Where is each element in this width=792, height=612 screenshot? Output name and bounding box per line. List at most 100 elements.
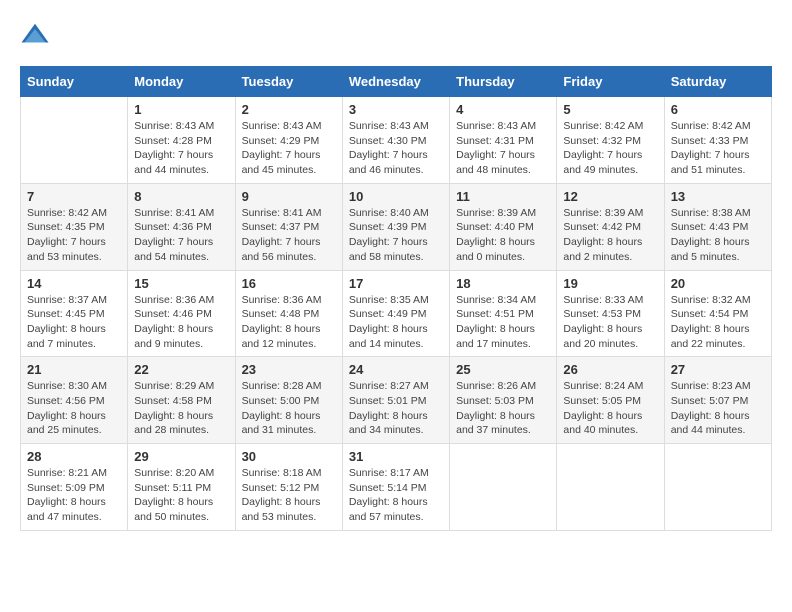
calendar-day-cell: 19 Sunrise: 8:33 AM Sunset: 4:53 PM Dayli…: [557, 270, 664, 357]
calendar-day-cell: 25 Sunrise: 8:26 AM Sunset: 5:03 PM Dayli…: [450, 357, 557, 444]
day-info: Sunrise: 8:21 AM Sunset: 5:09 PM Dayligh…: [27, 466, 121, 525]
day-number: 23: [242, 362, 336, 377]
day-info: Sunrise: 8:20 AM Sunset: 5:11 PM Dayligh…: [134, 466, 228, 525]
logo: [20, 20, 54, 50]
day-info: Sunrise: 8:28 AM Sunset: 5:00 PM Dayligh…: [242, 379, 336, 438]
calendar-day-cell: 9 Sunrise: 8:41 AM Sunset: 4:37 PM Daylig…: [235, 183, 342, 270]
calendar-day-cell: [557, 444, 664, 531]
calendar-day-cell: 28 Sunrise: 8:21 AM Sunset: 5:09 PM Dayli…: [21, 444, 128, 531]
day-info: Sunrise: 8:30 AM Sunset: 4:56 PM Dayligh…: [27, 379, 121, 438]
calendar-day-cell: 23 Sunrise: 8:28 AM Sunset: 5:00 PM Dayli…: [235, 357, 342, 444]
calendar-day-cell: [21, 97, 128, 184]
logo-icon: [20, 20, 50, 50]
day-info: Sunrise: 8:43 AM Sunset: 4:31 PM Dayligh…: [456, 119, 550, 178]
calendar-day-cell: 5 Sunrise: 8:42 AM Sunset: 4:32 PM Daylig…: [557, 97, 664, 184]
calendar-day-cell: 16 Sunrise: 8:36 AM Sunset: 4:48 PM Dayli…: [235, 270, 342, 357]
day-number: 25: [456, 362, 550, 377]
day-info: Sunrise: 8:39 AM Sunset: 4:42 PM Dayligh…: [563, 206, 657, 265]
calendar-day-cell: 22 Sunrise: 8:29 AM Sunset: 4:58 PM Dayli…: [128, 357, 235, 444]
day-number: 5: [563, 102, 657, 117]
day-number: 11: [456, 189, 550, 204]
day-number: 28: [27, 449, 121, 464]
day-number: 3: [349, 102, 443, 117]
day-number: 20: [671, 276, 765, 291]
calendar-day-cell: 6 Sunrise: 8:42 AM Sunset: 4:33 PM Daylig…: [664, 97, 771, 184]
day-info: Sunrise: 8:42 AM Sunset: 4:33 PM Dayligh…: [671, 119, 765, 178]
calendar-day-cell: 12 Sunrise: 8:39 AM Sunset: 4:42 PM Dayli…: [557, 183, 664, 270]
day-number: 21: [27, 362, 121, 377]
day-number: 8: [134, 189, 228, 204]
day-of-week-header: Tuesday: [235, 67, 342, 97]
day-number: 14: [27, 276, 121, 291]
calendar-day-cell: [450, 444, 557, 531]
calendar-header-row: SundayMondayTuesdayWednesdayThursdayFrid…: [21, 67, 772, 97]
calendar-day-cell: 27 Sunrise: 8:23 AM Sunset: 5:07 PM Dayli…: [664, 357, 771, 444]
day-number: 1: [134, 102, 228, 117]
calendar-day-cell: 3 Sunrise: 8:43 AM Sunset: 4:30 PM Daylig…: [342, 97, 449, 184]
page-header: [20, 20, 772, 50]
calendar-day-cell: 20 Sunrise: 8:32 AM Sunset: 4:54 PM Dayli…: [664, 270, 771, 357]
calendar-day-cell: 14 Sunrise: 8:37 AM Sunset: 4:45 PM Dayli…: [21, 270, 128, 357]
day-number: 12: [563, 189, 657, 204]
day-info: Sunrise: 8:43 AM Sunset: 4:29 PM Dayligh…: [242, 119, 336, 178]
calendar-table: SundayMondayTuesdayWednesdayThursdayFrid…: [20, 66, 772, 531]
day-number: 24: [349, 362, 443, 377]
calendar-week-row: 1 Sunrise: 8:43 AM Sunset: 4:28 PM Daylig…: [21, 97, 772, 184]
day-info: Sunrise: 8:43 AM Sunset: 4:28 PM Dayligh…: [134, 119, 228, 178]
day-info: Sunrise: 8:42 AM Sunset: 4:35 PM Dayligh…: [27, 206, 121, 265]
day-info: Sunrise: 8:41 AM Sunset: 4:36 PM Dayligh…: [134, 206, 228, 265]
day-number: 16: [242, 276, 336, 291]
day-info: Sunrise: 8:39 AM Sunset: 4:40 PM Dayligh…: [456, 206, 550, 265]
day-info: Sunrise: 8:26 AM Sunset: 5:03 PM Dayligh…: [456, 379, 550, 438]
day-number: 10: [349, 189, 443, 204]
day-info: Sunrise: 8:27 AM Sunset: 5:01 PM Dayligh…: [349, 379, 443, 438]
calendar-week-row: 21 Sunrise: 8:30 AM Sunset: 4:56 PM Dayli…: [21, 357, 772, 444]
day-of-week-header: Friday: [557, 67, 664, 97]
day-info: Sunrise: 8:42 AM Sunset: 4:32 PM Dayligh…: [563, 119, 657, 178]
day-of-week-header: Thursday: [450, 67, 557, 97]
calendar-day-cell: 8 Sunrise: 8:41 AM Sunset: 4:36 PM Daylig…: [128, 183, 235, 270]
day-info: Sunrise: 8:36 AM Sunset: 4:48 PM Dayligh…: [242, 293, 336, 352]
day-number: 19: [563, 276, 657, 291]
day-of-week-header: Monday: [128, 67, 235, 97]
day-number: 2: [242, 102, 336, 117]
day-info: Sunrise: 8:34 AM Sunset: 4:51 PM Dayligh…: [456, 293, 550, 352]
calendar-day-cell: 13Sunrise: 8:38 AM Sunset: 4:43 PM Dayli…: [664, 183, 771, 270]
calendar-day-cell: 1 Sunrise: 8:43 AM Sunset: 4:28 PM Daylig…: [128, 97, 235, 184]
calendar-day-cell: 4 Sunrise: 8:43 AM Sunset: 4:31 PM Daylig…: [450, 97, 557, 184]
calendar-day-cell: 15 Sunrise: 8:36 AM Sunset: 4:46 PM Dayli…: [128, 270, 235, 357]
day-number: 15: [134, 276, 228, 291]
calendar-day-cell: 30Sunrise: 8:18 AM Sunset: 5:12 PM Dayli…: [235, 444, 342, 531]
calendar-day-cell: 11 Sunrise: 8:39 AM Sunset: 4:40 PM Dayli…: [450, 183, 557, 270]
day-info: Sunrise: 8:29 AM Sunset: 4:58 PM Dayligh…: [134, 379, 228, 438]
day-info: Sunrise: 8:24 AM Sunset: 5:05 PM Dayligh…: [563, 379, 657, 438]
day-number: 27: [671, 362, 765, 377]
day-of-week-header: Saturday: [664, 67, 771, 97]
calendar-day-cell: [664, 444, 771, 531]
day-info: Sunrise: 8:36 AM Sunset: 4:46 PM Dayligh…: [134, 293, 228, 352]
day-number: 4: [456, 102, 550, 117]
day-number: 6: [671, 102, 765, 117]
day-info: Sunrise: 8:33 AM Sunset: 4:53 PM Dayligh…: [563, 293, 657, 352]
calendar-day-cell: 10Sunrise: 8:40 AM Sunset: 4:39 PM Dayli…: [342, 183, 449, 270]
day-of-week-header: Wednesday: [342, 67, 449, 97]
day-number: 18: [456, 276, 550, 291]
day-info: Sunrise: 8:32 AM Sunset: 4:54 PM Dayligh…: [671, 293, 765, 352]
calendar-day-cell: 18 Sunrise: 8:34 AM Sunset: 4:51 PM Dayli…: [450, 270, 557, 357]
calendar-week-row: 28 Sunrise: 8:21 AM Sunset: 5:09 PM Dayli…: [21, 444, 772, 531]
day-info: Sunrise: 8:18 AM Sunset: 5:12 PM Dayligh…: [242, 466, 336, 525]
day-info: Sunrise: 8:23 AM Sunset: 5:07 PM Dayligh…: [671, 379, 765, 438]
day-info: Sunrise: 8:43 AM Sunset: 4:30 PM Dayligh…: [349, 119, 443, 178]
day-number: 31: [349, 449, 443, 464]
day-info: Sunrise: 8:37 AM Sunset: 4:45 PM Dayligh…: [27, 293, 121, 352]
calendar-week-row: 14 Sunrise: 8:37 AM Sunset: 4:45 PM Dayli…: [21, 270, 772, 357]
calendar-day-cell: 26 Sunrise: 8:24 AM Sunset: 5:05 PM Dayli…: [557, 357, 664, 444]
day-number: 9: [242, 189, 336, 204]
day-number: 13: [671, 189, 765, 204]
day-number: 17: [349, 276, 443, 291]
day-number: 26: [563, 362, 657, 377]
day-info: Sunrise: 8:41 AM Sunset: 4:37 PM Dayligh…: [242, 206, 336, 265]
calendar-day-cell: 17Sunrise: 8:35 AM Sunset: 4:49 PM Dayli…: [342, 270, 449, 357]
day-number: 22: [134, 362, 228, 377]
calendar-day-cell: 2 Sunrise: 8:43 AM Sunset: 4:29 PM Daylig…: [235, 97, 342, 184]
